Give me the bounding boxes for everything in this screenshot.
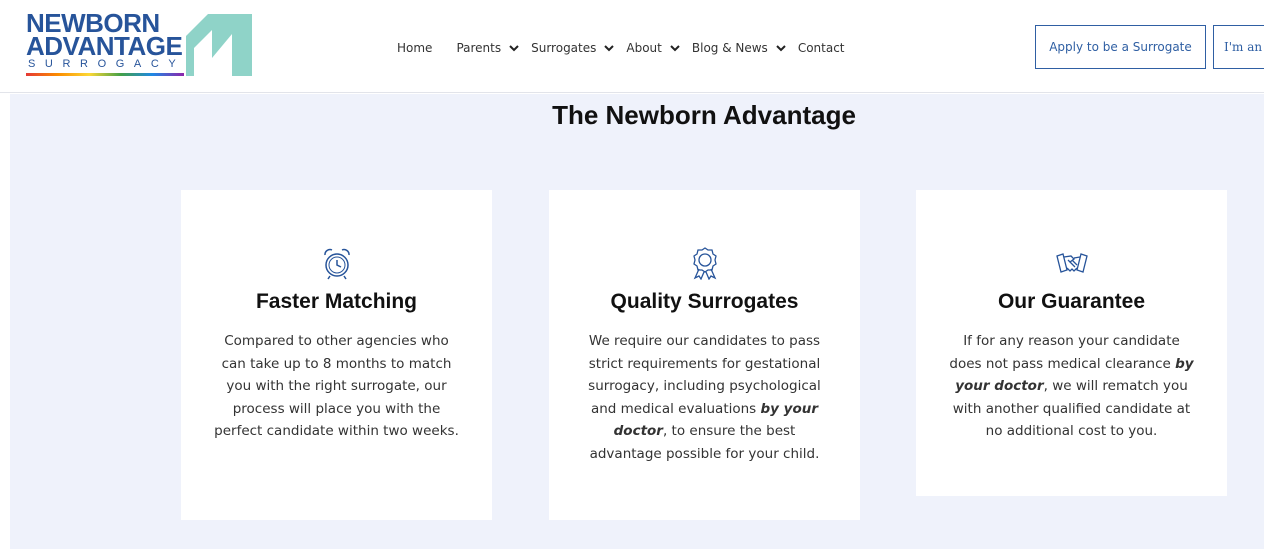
site-header: NEWBORN ADVANTAGE SURROGACY Home Parents… — [0, 0, 1264, 93]
section-title: The Newborn Advantage — [552, 100, 856, 130]
nav-contact[interactable]: Contact — [798, 41, 845, 55]
card-body: Compared to other agencies who can take … — [214, 333, 459, 439]
logo-line-2: ADVANTAGE — [26, 31, 183, 61]
card-icon-wrap — [181, 246, 492, 280]
logo-mark-icon — [186, 14, 252, 76]
card-body-text: If for any reason your candidate does no… — [949, 333, 1180, 372]
main-nav: Home Parents Surrogates About Blog & New… — [397, 38, 845, 58]
nav-home-label: Home — [397, 41, 433, 55]
card-title: Faster Matching — [255, 290, 418, 313]
chevron-down-icon — [776, 45, 786, 52]
logo-subtitle: SURROGACY — [28, 58, 186, 70]
card-title: Quality Surrogates — [610, 290, 799, 313]
nav-parents[interactable]: Parents — [456, 41, 531, 55]
nav-surrogates-label: Surrogates — [531, 41, 597, 55]
nav-about[interactable]: About — [626, 41, 691, 55]
card-body: We require our candidates to pass strict… — [581, 330, 828, 465]
card-body: If for any reason your candidate does no… — [948, 330, 1195, 443]
alarm-clock-icon — [323, 248, 350, 280]
card-faster-matching: Faster Matching Compared to other agenci… — [181, 190, 492, 520]
chevron-down-icon — [604, 45, 615, 52]
card-title: Our Guarantee — [997, 290, 1146, 313]
chevron-down-icon — [509, 45, 519, 52]
nav-surrogates[interactable]: Surrogates — [531, 41, 626, 55]
nav-parents-label: Parents — [456, 41, 502, 55]
card-icon-wrap — [549, 246, 860, 280]
apply-surrogate-button[interactable]: Apply to be a Surrogate — [1035, 25, 1206, 69]
nav-blog[interactable]: Blog & News — [692, 41, 798, 55]
card-our-guarantee: Our Guarantee If for any reason your can… — [916, 190, 1227, 496]
card-quality-surrogates: Quality Surrogates We require our candid… — [549, 190, 860, 520]
nav-contact-label: Contact — [797, 41, 845, 55]
nav-home[interactable]: Home — [397, 41, 432, 55]
card-icon-wrap — [916, 246, 1227, 280]
handshake-icon — [1055, 253, 1088, 273]
logo[interactable]: NEWBORN ADVANTAGE SURROGACY — [26, 10, 256, 78]
award-ribbon-icon — [692, 247, 717, 280]
nav-about-label: About — [626, 41, 662, 55]
chevron-down-icon — [670, 45, 680, 52]
logo-rainbow-bar — [26, 73, 184, 76]
nav-blog-label: Blog & News — [691, 41, 768, 55]
im-an-button[interactable]: I'm an — [1213, 25, 1264, 69]
